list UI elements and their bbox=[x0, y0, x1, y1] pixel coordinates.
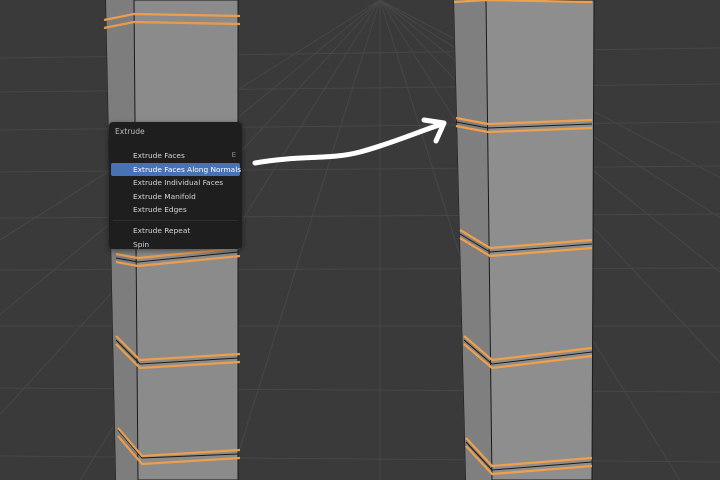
menu-item-label: Extrude Manifold bbox=[133, 191, 196, 201]
menu-item-extrude-edges[interactable]: Extrude Edges bbox=[111, 203, 240, 217]
menu-item-label: Extrude Faces Along Normals bbox=[133, 164, 242, 174]
menu-item-extrude-repeat[interactable]: Extrude Repeat bbox=[111, 224, 240, 238]
viewport-scene[interactable] bbox=[0, 0, 720, 480]
3d-viewport[interactable]: Extrude Extrude Faces E Extrude Faces Al… bbox=[0, 0, 720, 480]
menu-item-label: Extrude Repeat bbox=[133, 225, 191, 235]
menu-separator bbox=[113, 219, 238, 221]
menu-item-spin[interactable]: Spin bbox=[111, 238, 240, 252]
menu-item-extrude-individual-faces[interactable]: Extrude Individual Faces bbox=[111, 176, 240, 190]
menu-item-label: Spin bbox=[133, 239, 150, 249]
menu-item-label: Extrude Individual Faces bbox=[133, 178, 224, 188]
menu-item-extrude-faces-along-normals[interactable]: Extrude Faces Along Normals bbox=[111, 162, 242, 177]
menu-item-extrude-faces[interactable]: Extrude Faces E bbox=[111, 149, 240, 163]
menu-item-label: Extrude Faces bbox=[133, 151, 185, 160]
menu-item-label: Extrude Edges bbox=[133, 205, 187, 215]
shortcut-label: E bbox=[231, 151, 236, 159]
menu-title: Extrude bbox=[115, 127, 145, 136]
right-mesh-column[interactable] bbox=[453, 0, 595, 480]
extrude-menu[interactable]: Extrude Extrude Faces E Extrude Faces Al… bbox=[109, 122, 242, 249]
menu-item-extrude-manifold[interactable]: Extrude Manifold bbox=[111, 190, 240, 204]
